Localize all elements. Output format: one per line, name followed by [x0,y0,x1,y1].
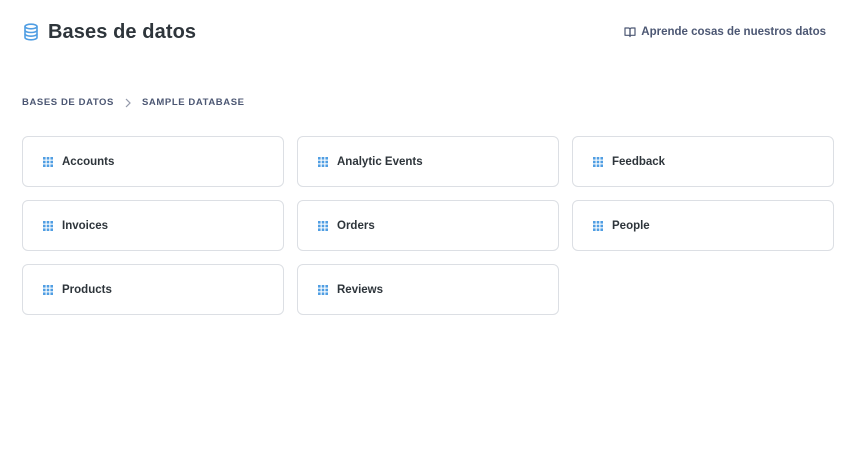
title-group: Bases de datos [22,21,196,44]
breadcrumb-sample-database: SAMPLE DATABASE [141,97,245,108]
table-card-accounts[interactable]: Accounts [22,136,284,187]
table-card-invoices[interactable]: Invoices [22,200,284,251]
table-icon [318,284,328,295]
table-icon [43,284,53,295]
table-icon [593,220,603,231]
table-card-products[interactable]: Products [22,264,284,315]
page-header: Bases de datos Aprende cosas de nuestros… [22,18,826,46]
table-icon [318,156,328,167]
table-name: Invoices [62,219,109,232]
table-grid: Accounts Analytic Events Feedback Invoic… [22,136,834,315]
table-name: Orders [337,219,375,232]
table-name: Reviews [337,283,384,296]
table-card-feedback[interactable]: Feedback [572,136,834,187]
learn-about-data-link[interactable]: Aprende cosas de nuestros datos [624,26,826,38]
table-icon [43,156,53,167]
table-card-analytic-events[interactable]: Analytic Events [297,136,559,187]
book-icon [624,26,636,38]
breadcrumb-databases[interactable]: BASES DE DATOS [22,97,114,108]
database-icon [22,23,40,41]
table-card-orders[interactable]: Orders [297,200,559,251]
breadcrumb: BASES DE DATOS SAMPLE DATABASE [22,97,245,108]
table-card-reviews[interactable]: Reviews [297,264,559,315]
table-icon [43,220,53,231]
table-name: Products [62,283,112,296]
page-title: Bases de datos [48,20,197,43]
learn-link-label: Aprende cosas de nuestros datos [641,26,826,38]
chevron-right-icon [123,98,133,108]
table-icon [318,220,328,231]
table-name: Feedback [612,155,666,168]
table-name: People [612,219,650,232]
table-icon [593,156,603,167]
table-card-people[interactable]: People [572,200,834,251]
table-name: Analytic Events [337,155,423,168]
table-name: Accounts [62,155,115,168]
